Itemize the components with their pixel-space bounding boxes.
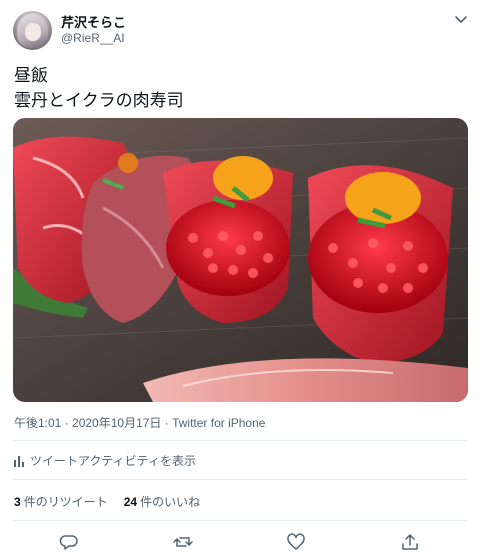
divider	[13, 479, 467, 480]
engagement-stats: 3 件のリツイート 24 件のいいね	[14, 493, 216, 510]
avatar-face	[25, 23, 41, 41]
tweet-text-line: 昼飯	[14, 66, 48, 86]
tweet-timestamp[interactable]: 午後1:01 · 2020年10月17日 · Twitter for iPhon…	[14, 414, 265, 431]
heart-icon[interactable]	[286, 532, 306, 552]
likes-label: 件のいいね	[140, 495, 201, 509]
tweet-text: 昼飯 雲丹とイクラの肉寿司	[14, 64, 184, 114]
bar-chart-icon	[14, 455, 24, 467]
retweets-label: 件のリツイート	[23, 495, 108, 509]
tweet-detail: 芹沢そらこ @RieR__AI 昼飯 雲丹とイクラの肉寿司 午後1:01 · 2…	[0, 0, 483, 559]
likes-stat[interactable]: 24 件のいいね	[124, 493, 200, 510]
reply-icon[interactable]	[59, 532, 79, 552]
share-icon[interactable]	[400, 532, 420, 552]
retweet-icon[interactable]	[173, 532, 193, 552]
sushi-photo-illustration	[13, 118, 468, 402]
tweet-text-line: 雲丹とイクラの肉寿司	[14, 91, 184, 111]
divider	[13, 440, 467, 441]
likes-count: 24	[123, 495, 138, 509]
retweets-stat[interactable]: 3 件のリツイート	[14, 493, 108, 510]
view-activity-link[interactable]: ツイートアクティビティを表示	[14, 452, 196, 469]
view-activity-label: ツイートアクティビティを表示	[30, 454, 196, 468]
action-bar	[0, 526, 483, 559]
divider	[13, 520, 467, 521]
retweets-count: 3	[14, 495, 21, 509]
display-name[interactable]: 芹沢そらこ	[61, 12, 126, 31]
user-handle[interactable]: @RieR__AI	[61, 31, 125, 45]
chevron-down-icon[interactable]	[454, 14, 468, 26]
tweet-photo[interactable]	[13, 118, 468, 402]
avatar[interactable]	[13, 11, 52, 50]
